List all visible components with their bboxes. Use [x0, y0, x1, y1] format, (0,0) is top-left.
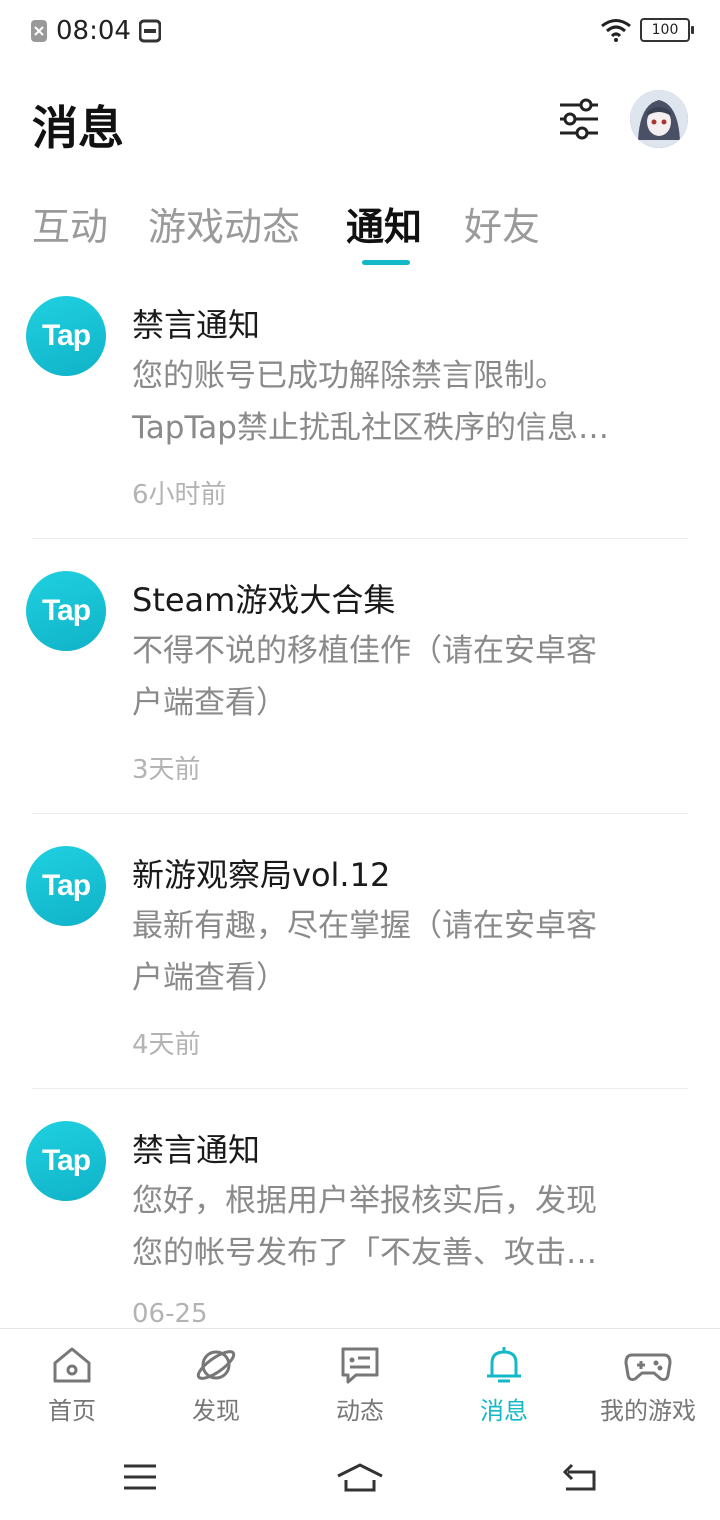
notification-body-line: 最新有趣，尽在掌握（请在安卓客 [132, 908, 597, 944]
nav-home-label: 首页 [48, 1397, 96, 1425]
active-tab-indicator [362, 260, 410, 265]
nav-discover-label: 发现 [192, 1397, 240, 1425]
list-item[interactable]: Tap Steam游戏大合集 不得不说的移植佳作（请在安卓客 户端查看） 3天前 [0, 553, 720, 813]
notification-body-line: 户端查看） [132, 960, 287, 996]
tab-notifications[interactable]: 通知 [346, 196, 422, 251]
notification-body: 最新有趣，尽在掌握（请在安卓客 户端查看） [132, 900, 672, 1004]
nav-messages[interactable]: 消息 [432, 1345, 576, 1426]
notification-body-line: 您好，根据用户举报核实后，发现 [132, 1183, 597, 1219]
battery-indicator: 100 [640, 18, 694, 42]
status-bar: 08:04 100 [0, 0, 720, 66]
wifi-icon [601, 19, 631, 42]
notification-time: 06-25 [132, 1299, 208, 1328]
menu-icon[interactable] [122, 1462, 158, 1492]
divider [32, 1088, 688, 1089]
list-item[interactable]: Tap 新游观察局vol.12 最新有趣，尽在掌握（请在安卓客 户端查看） 4天… [0, 828, 720, 1088]
divider [32, 813, 688, 814]
tab-interaction[interactable]: 互动 [32, 196, 108, 251]
bottom-navigation: 首页 发现 动态 消息 我的游戏 [0, 1328, 720, 1439]
back-icon[interactable] [560, 1462, 600, 1492]
user-avatar[interactable] [630, 90, 688, 148]
notification-body-line: 您的账号已成功解除禁言限制。 [132, 358, 566, 394]
notification-time: 4天前 [132, 1030, 201, 1060]
notification-off-icon [31, 20, 47, 42]
taptap-logo: Tap [26, 846, 106, 926]
message-tabs: 互动 游戏动态 通知 好友 [0, 190, 720, 270]
notification-time: 6小时前 [132, 480, 227, 510]
tab-friends[interactable]: 好友 [464, 196, 540, 251]
planet-icon [196, 1350, 236, 1380]
nav-home[interactable]: 首页 [0, 1345, 144, 1426]
notification-body-line: 户端查看） [132, 685, 287, 721]
sliders-icon [560, 98, 598, 140]
notification-time: 3天前 [132, 755, 201, 785]
status-time: 08:04 [56, 16, 131, 46]
nav-discover[interactable]: 发现 [144, 1345, 288, 1426]
home-button-icon[interactable] [336, 1462, 384, 1492]
list-item[interactable]: Tap 禁言通知 您的账号已成功解除禁言限制。 TapTap禁止扰乱社区秩序的信… [0, 278, 720, 538]
notification-title: Steam游戏大合集 [132, 581, 396, 619]
gamepad-icon [624, 1353, 672, 1381]
notification-body: 不得不说的移植佳作（请在安卓客 户端查看） [132, 625, 672, 729]
notification-title: 新游观察局vol.12 [132, 856, 391, 894]
home-icon [53, 1347, 91, 1383]
sim-card-icon [138, 19, 161, 43]
nav-feed-label: 动态 [336, 1397, 384, 1425]
chat-icon [341, 1347, 379, 1384]
notification-body: 您的账号已成功解除禁言限制。 TapTap禁止扰乱社区秩序的信息… [132, 350, 672, 454]
taptap-logo: Tap [26, 571, 106, 651]
notification-body-line: 不得不说的移植佳作（请在安卓客 [132, 633, 597, 669]
divider [32, 538, 688, 539]
nav-my-games-label: 我的游戏 [600, 1397, 696, 1425]
notification-title: 禁言通知 [132, 1131, 261, 1169]
page-title: 消息 [32, 101, 124, 155]
nav-feed[interactable]: 动态 [288, 1345, 432, 1426]
notification-body-line: 您的帐号发布了「不友善、攻击… [132, 1235, 597, 1271]
tab-game-updates[interactable]: 游戏动态 [148, 196, 300, 251]
filter-button[interactable] [556, 96, 606, 146]
bell-icon [487, 1347, 521, 1383]
nav-messages-label: 消息 [480, 1397, 528, 1425]
avatar-image [630, 90, 688, 148]
notification-body: 您好，根据用户举报核实后，发现 您的帐号发布了「不友善、攻击… [132, 1175, 672, 1279]
nav-my-games[interactable]: 我的游戏 [576, 1345, 720, 1426]
list-item[interactable]: Tap 禁言通知 您好，根据用户举报核实后，发现 您的帐号发布了「不友善、攻击…… [0, 1103, 720, 1328]
system-navigation-bar [0, 1440, 720, 1520]
notification-body-line: TapTap禁止扰乱社区秩序的信息… [132, 410, 609, 446]
taptap-logo: Tap [26, 296, 106, 376]
taptap-logo: Tap [26, 1121, 106, 1201]
header: 消息 [0, 66, 720, 186]
notification-title: 禁言通知 [132, 306, 261, 344]
